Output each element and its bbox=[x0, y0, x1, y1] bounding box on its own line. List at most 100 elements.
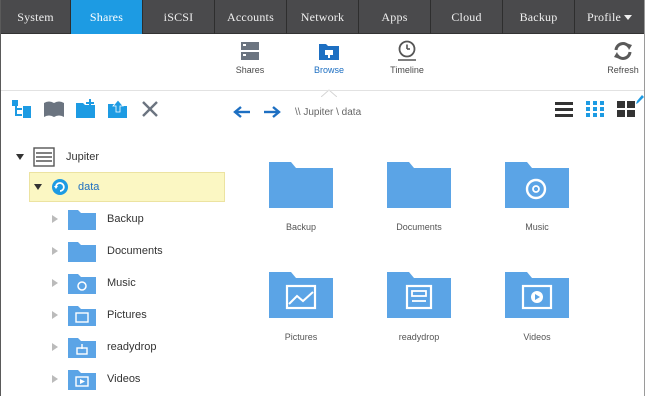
path-bar: \\ Jupiter \ data bbox=[233, 102, 361, 122]
tab-backup[interactable]: Backup bbox=[503, 0, 575, 34]
large-grid-view-icon[interactable] bbox=[616, 100, 636, 118]
folder-icon bbox=[387, 162, 451, 208]
tab-apps-label: Apps bbox=[381, 9, 408, 24]
collapsed-arrow-icon[interactable] bbox=[51, 343, 59, 351]
upload-icon bbox=[108, 99, 127, 118]
grid-item-music[interactable]: Music bbox=[487, 158, 587, 232]
tab-iscsi[interactable]: iSCSI bbox=[143, 0, 215, 34]
videos-folder-icon bbox=[505, 272, 569, 318]
subtab-shares[interactable]: Shares bbox=[220, 40, 280, 75]
forward-arrow-icon[interactable] bbox=[263, 105, 281, 119]
toolbar-divider bbox=[1, 90, 644, 91]
tree-toolbar bbox=[11, 96, 161, 122]
tab-accounts[interactable]: Accounts bbox=[215, 0, 287, 34]
close-icon bbox=[142, 101, 158, 117]
refresh-button[interactable]: Refresh bbox=[593, 40, 645, 75]
tab-network[interactable]: Network bbox=[287, 0, 359, 34]
clock-icon bbox=[398, 40, 416, 61]
tree-item-readydrop[interactable]: readydrop bbox=[51, 332, 157, 362]
shares-icon bbox=[241, 42, 259, 60]
tree-item-label: Backup bbox=[107, 213, 144, 225]
tree-item-pictures[interactable]: Pictures bbox=[51, 300, 147, 330]
folder-icon bbox=[68, 210, 96, 230]
grid-item-label: Videos bbox=[523, 332, 551, 342]
pictures-folder-icon bbox=[269, 272, 333, 318]
tree-node-root[interactable]: Jupiter bbox=[16, 142, 99, 172]
small-grid-view-icon[interactable] bbox=[585, 100, 605, 118]
pictures-folder-icon bbox=[68, 306, 96, 326]
list-view-icon[interactable] bbox=[554, 100, 574, 118]
collapsed-arrow-icon[interactable] bbox=[51, 279, 59, 287]
nas-device-icon bbox=[33, 147, 55, 167]
tree-item-music[interactable]: Music bbox=[51, 268, 136, 298]
shares-subnav: Shares Browse Timeline Refresh bbox=[1, 36, 645, 97]
collapsed-arrow-icon[interactable] bbox=[51, 311, 59, 319]
new-folder-button[interactable] bbox=[75, 98, 97, 120]
subtab-browse[interactable]: Browse bbox=[299, 40, 359, 97]
grid-item-label: Backup bbox=[285, 222, 317, 232]
expanded-arrow-icon[interactable] bbox=[16, 153, 24, 161]
tab-system[interactable]: System bbox=[1, 0, 71, 34]
breadcrumb[interactable]: \\ Jupiter \ data bbox=[295, 107, 361, 118]
music-folder-icon bbox=[68, 274, 96, 294]
grid-item-label: Documents bbox=[396, 222, 442, 232]
folder-icon bbox=[269, 162, 333, 208]
tab-iscsi-label: iSCSI bbox=[163, 9, 194, 24]
tree-item-backup[interactable]: Backup bbox=[51, 204, 144, 234]
tree-item-videos[interactable]: Videos bbox=[51, 364, 140, 394]
refresh-label: Refresh bbox=[607, 65, 639, 75]
tree-selected-label: data bbox=[78, 181, 100, 193]
browse-folder-icon bbox=[319, 44, 339, 60]
tree-item-label: Music bbox=[107, 277, 136, 289]
tree-item-label: readydrop bbox=[107, 341, 157, 353]
grid-item-pictures[interactable]: Pictures bbox=[251, 268, 351, 342]
tab-profile-label: Profile bbox=[586, 9, 622, 24]
tab-system-label: System bbox=[17, 9, 54, 24]
readydrop-folder-icon bbox=[68, 338, 96, 358]
subtab-shares-label: Shares bbox=[235, 65, 265, 75]
back-arrow-icon[interactable] bbox=[233, 105, 251, 119]
new-folder-icon bbox=[76, 99, 95, 118]
tab-cloud-label: Cloud bbox=[451, 9, 482, 24]
collapsed-arrow-icon[interactable] bbox=[51, 247, 59, 255]
grid-item-videos[interactable]: Videos bbox=[487, 268, 587, 342]
tree-view-button[interactable] bbox=[11, 98, 33, 120]
tab-profile[interactable]: Profile bbox=[575, 0, 644, 34]
grid-item-readydrop[interactable]: readydrop bbox=[369, 268, 469, 342]
tree-item-documents[interactable]: Documents bbox=[51, 236, 163, 266]
book-icon bbox=[44, 101, 64, 117]
upload-button[interactable] bbox=[107, 98, 129, 120]
readydrop-folder-icon bbox=[387, 272, 451, 318]
properties-button[interactable] bbox=[43, 98, 65, 120]
folder-grid: Backup Documents Music Pictures readydro… bbox=[251, 150, 644, 390]
tree-icon bbox=[12, 100, 31, 118]
collapsed-arrow-icon[interactable] bbox=[51, 215, 59, 223]
tab-network-label: Network bbox=[300, 9, 345, 24]
collapsed-arrow-icon[interactable] bbox=[51, 375, 59, 383]
grid-item-label: readydrop bbox=[398, 332, 440, 342]
subtab-timeline[interactable]: Timeline bbox=[377, 40, 437, 75]
view-toolbar bbox=[554, 100, 636, 118]
tab-cloud[interactable]: Cloud bbox=[431, 0, 503, 34]
tree-item-label: Videos bbox=[107, 373, 141, 385]
tab-shares[interactable]: Shares bbox=[71, 0, 143, 34]
music-folder-icon bbox=[505, 162, 569, 208]
expanded-arrow-icon[interactable] bbox=[34, 183, 42, 191]
grid-item-label: Music bbox=[525, 222, 549, 232]
tree-node-data[interactable]: data bbox=[29, 172, 225, 202]
top-nav: System Shares iSCSI Accounts Network App… bbox=[1, 0, 644, 34]
subtab-browse-label: Browse bbox=[313, 65, 344, 75]
subtab-timeline-label: Timeline bbox=[390, 65, 424, 75]
grid-item-documents[interactable]: Documents bbox=[369, 158, 469, 232]
delete-button[interactable] bbox=[139, 98, 161, 120]
tab-backup-label: Backup bbox=[519, 9, 558, 24]
tab-apps[interactable]: Apps bbox=[359, 0, 431, 34]
tab-accounts-label: Accounts bbox=[227, 9, 274, 24]
edit-icon[interactable] bbox=[636, 94, 644, 104]
grid-item-backup[interactable]: Backup bbox=[251, 158, 351, 232]
app-window: System Shares iSCSI Accounts Network App… bbox=[0, 0, 645, 396]
grid-item-label: Pictures bbox=[284, 332, 318, 342]
folder-icon bbox=[68, 242, 96, 262]
refresh-icon bbox=[614, 42, 632, 60]
chevron-down-icon bbox=[624, 14, 633, 20]
